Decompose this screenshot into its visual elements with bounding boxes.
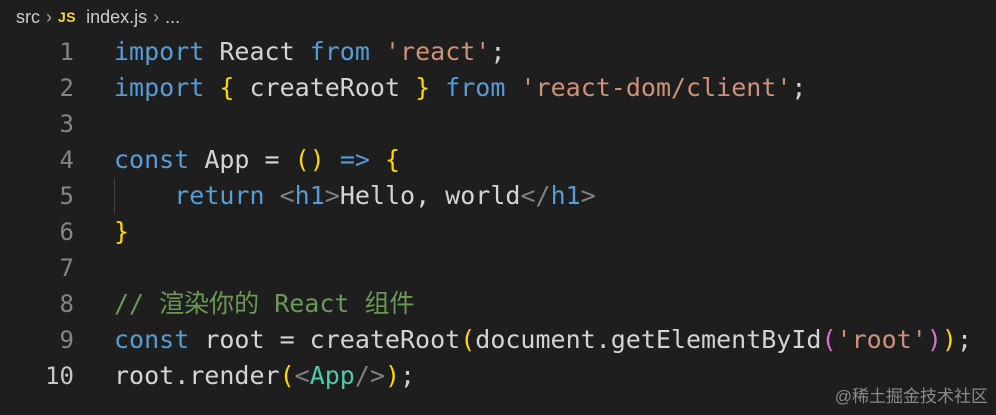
code-token: < [279,181,295,210]
line-number: 7 [59,254,74,282]
code-token: App [309,361,355,390]
code-line[interactable]: 9 const root = createRoot(document.getEle… [0,322,996,358]
code-token: root.render [114,361,280,390]
code-text: // 渲染你的 React 组件 [114,286,415,322]
code-token: React [219,37,295,66]
code-token: ( [821,325,837,354]
code-token: ; [791,73,807,102]
code-token: { [384,145,401,174]
line-number: 10 [45,362,74,390]
code-token: const [114,145,190,174]
code-token: { [219,73,235,102]
code-line[interactable]: 3 [0,106,996,142]
line-number: 8 [59,290,74,318]
code-text: } [114,214,129,250]
watermark: @稀土掘金技术社区 [834,387,988,406]
code-token: ) [941,325,957,354]
breadcrumb-folder[interactable]: src [16,7,40,28]
code-text: const root = createRoot(document.getElem… [114,322,972,358]
breadcrumb-file[interactable]: index.js [86,7,147,28]
code-token: /> [354,361,385,390]
javascript-file-icon: JS [58,9,77,25]
code-token: > [324,181,340,210]
code-line[interactable]: 6} [0,214,996,250]
line-number: 9 [59,326,74,354]
code-token: const [114,325,190,354]
code-token: </ [520,181,551,210]
code-line[interactable]: 2 import { createRoot } from 'react-dom/c… [0,70,996,106]
code-text: root.render(<App/>); [114,358,415,394]
code-token: 'root' [836,325,927,354]
code-token: App [204,145,250,174]
line-number: 5 [59,182,74,210]
code-token: Hello, world [339,181,521,210]
code-line[interactable]: 8 // 渲染你的 React 组件 [0,286,996,322]
line-number: 3 [59,110,74,138]
code-token: import [114,73,205,102]
chevron-right-icon: › [46,6,52,27]
code-token: > [580,181,596,210]
code-line[interactable]: 1 import React from 'react'; [0,34,996,70]
code-token: h1 [550,181,581,210]
code-token: h1 [294,181,325,210]
code-token: = [249,145,295,174]
code-token: ; [490,37,506,66]
code-token: ; [956,325,973,354]
code-token: => [339,145,370,174]
code-token: < [294,361,310,390]
code-token: } [114,217,130,246]
code-token: } [415,73,431,102]
code-token: createRoot [249,73,401,102]
code-token: ) [384,361,401,390]
indent-guide [114,178,115,214]
code-token: import [114,37,205,66]
code-token: // 渲染你的 React 组件 [114,289,415,318]
code-editor[interactable]: 1 import React from 'react'; 2 import { cre… [0,34,996,394]
code-token: from [445,73,506,102]
code-token: ( [460,325,476,354]
code-token: ; [400,361,416,390]
code-token: 'react-dom/client' [520,73,792,102]
code-token: ) [926,325,942,354]
code-token: document.getElementById [475,325,822,354]
code-token: root = createRoot [189,325,461,354]
breadcrumb: src › JS index.js › ... [16,4,180,30]
breadcrumb-ellipsis[interactable]: ... [165,7,180,28]
code-line[interactable]: 7 [0,250,996,286]
line-number: 4 [59,146,74,174]
code-token: ( [279,361,295,390]
chevron-right-icon: › [153,6,160,27]
code-token: from [309,37,370,66]
code-text: import React from 'react'; [114,34,505,70]
code-line[interactable]: 4 const App = () => { [0,142,996,178]
code-text: return <h1>Hello, world</h1> [114,178,596,214]
code-line[interactable]: 5 return <h1>Hello, world</h1> [0,178,996,214]
code-token: 'react' [384,37,491,66]
code-token: return [174,181,265,210]
line-number: 1 [59,38,74,66]
code-text: const App = () => { [114,142,400,178]
code-text: import { createRoot } from 'react-dom/cl… [114,70,806,106]
line-number: 2 [59,74,74,102]
line-number: 6 [59,218,74,246]
code-token: () [294,145,325,174]
